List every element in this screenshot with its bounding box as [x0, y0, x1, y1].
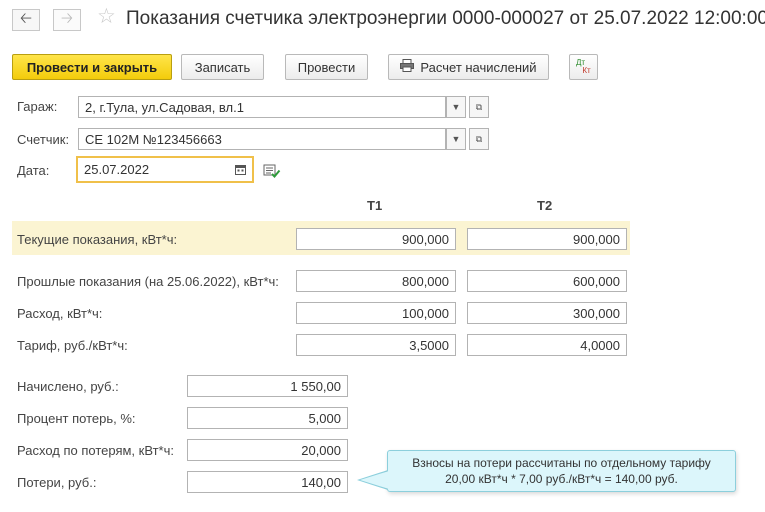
arrow-right-icon: 🡢: [60, 9, 74, 27]
dt-kt-button[interactable]: Дт Кт: [569, 54, 598, 80]
date-value: 25.07.2022: [84, 162, 150, 177]
consumption-label: Расход, кВт*ч:: [17, 306, 103, 321]
save-button[interactable]: Записать: [181, 54, 264, 80]
column-header-t1: Т1: [367, 198, 383, 213]
journal-button[interactable]: [263, 163, 281, 179]
loss-percent-label: Процент потерь, %:: [17, 411, 136, 426]
printer-icon: [400, 59, 415, 75]
tooltip-line-1: Взносы на потери рассчитаны по отдельном…: [412, 456, 711, 470]
consumption-t2-input[interactable]: 300,000: [467, 302, 627, 324]
loss-consumption-label: Расход по потерям, кВт*ч:: [17, 443, 174, 458]
column-header-t2: Т2: [537, 198, 553, 213]
journal-check-icon: [263, 164, 281, 178]
current-readings-label: Текущие показания, кВт*ч:: [17, 232, 178, 247]
tariff-t1-input[interactable]: 3,5000: [296, 334, 456, 356]
dt-kt-icon: Дт Кт: [575, 58, 591, 75]
calc-charges-button[interactable]: Расчет начислений: [388, 54, 549, 80]
post-button[interactable]: Провести: [285, 54, 368, 80]
previous-readings-label: Прошлые показания (на 25.06.2022), кВт*ч…: [17, 274, 279, 289]
losses-tooltip: Взносы на потери рассчитаны по отдельном…: [387, 450, 736, 492]
loss-percent-input[interactable]: 5,000: [187, 407, 348, 429]
meter-input[interactable]: СЕ 102М №123456663: [78, 128, 446, 150]
calendar-button[interactable]: [231, 162, 249, 178]
arrow-left-icon: 🡠: [19, 9, 33, 27]
open-form-icon: ⧉: [475, 133, 483, 144]
loss-consumption-input[interactable]: 20,000: [187, 439, 348, 461]
tariff-t2-input[interactable]: 4,0000: [467, 334, 627, 356]
tariff-label: Тариф, руб./кВт*ч:: [17, 338, 128, 353]
meter-dropdown-button[interactable]: ▼: [446, 128, 466, 150]
charged-label: Начислено, руб.:: [17, 379, 119, 394]
chevron-down-icon: ▼: [451, 134, 461, 144]
losses-label: Потери, руб.:: [17, 475, 97, 490]
previous-readings-t1-input[interactable]: 800,000: [296, 270, 456, 292]
open-form-icon: ⧉: [475, 101, 483, 112]
date-label: Дата:: [17, 163, 50, 178]
charged-input[interactable]: 1 550,00: [187, 375, 348, 397]
date-input[interactable]: 25.07.2022: [76, 156, 254, 183]
consumption-t1-input[interactable]: 100,000: [296, 302, 456, 324]
star-icon[interactable]: ☆: [97, 6, 116, 27]
current-readings-t1-input[interactable]: 900,000: [296, 228, 456, 250]
garage-label: Гараж:: [17, 99, 58, 114]
tooltip-arrow-inner: [360, 471, 389, 489]
current-readings-t2-input[interactable]: 900,000: [467, 228, 627, 250]
calendar-icon: [234, 165, 246, 175]
chevron-down-icon: ▼: [451, 102, 461, 112]
calc-charges-label: Расчет начислений: [420, 59, 537, 75]
meter-open-button[interactable]: ⧉: [469, 128, 489, 150]
page-title: Показания счетчика электроэнергии 0000-0…: [126, 8, 765, 29]
garage-dropdown-button[interactable]: ▼: [446, 96, 466, 118]
tooltip-line-2: 20,00 кВт*ч * 7,00 руб./кВт*ч = 140,00 р…: [445, 472, 678, 486]
previous-readings-t2-input[interactable]: 600,000: [467, 270, 627, 292]
garage-input[interactable]: 2, г.Тула, ул.Садовая, вл.1: [78, 96, 446, 118]
post-and-close-button[interactable]: Провести и закрыть: [12, 54, 172, 80]
back-button[interactable]: 🡠: [12, 9, 40, 31]
forward-button[interactable]: 🡢: [53, 9, 81, 31]
garage-open-button[interactable]: ⧉: [469, 96, 489, 118]
meter-label: Счетчик:: [17, 132, 70, 147]
losses-input[interactable]: 140,00: [187, 471, 348, 493]
